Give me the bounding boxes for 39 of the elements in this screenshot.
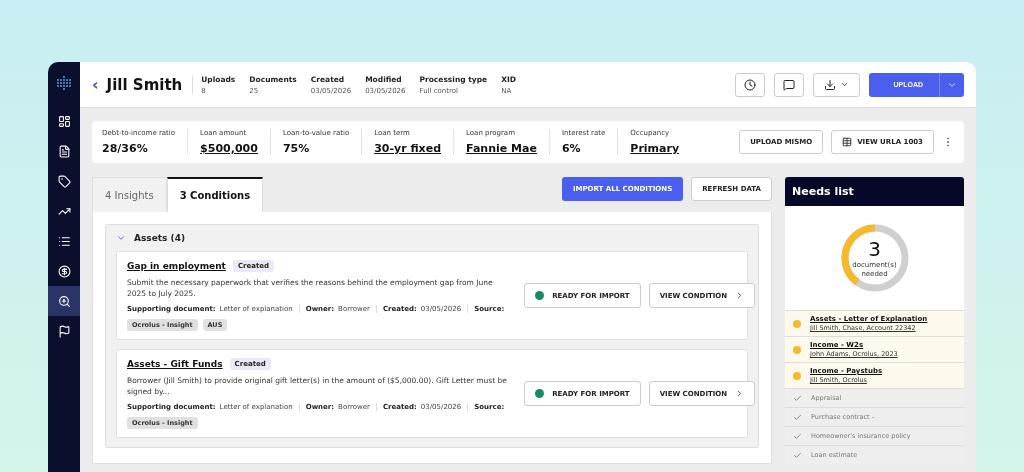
history-button[interactable]: [735, 72, 766, 97]
tag-icon: [57, 174, 71, 188]
table-icon: [842, 137, 853, 147]
document-count: 3: [868, 236, 881, 261]
clock-icon: [744, 78, 757, 91]
condition-title[interactable]: Gap in employment: [127, 261, 226, 271]
list-icon: [57, 234, 71, 248]
pending-dot: [793, 345, 801, 354]
caret-icon: [840, 80, 850, 89]
metric-value[interactable]: 30-yr fixed: [374, 142, 442, 155]
tab[interactable]: 4 Insights: [92, 177, 167, 212]
logo-icon: [56, 76, 72, 90]
sidebar-item[interactable]: [48, 286, 80, 316]
pending-dot: [793, 319, 801, 328]
borrower-name: Jill Smith: [106, 75, 194, 94]
tab[interactable]: 3 Conditions: [166, 177, 264, 212]
metric-value[interactable]: Primary: [630, 142, 680, 155]
pending-dot: [793, 371, 801, 380]
chevron-down-icon: [116, 233, 126, 243]
download-icon: [824, 78, 837, 91]
comments-button[interactable]: [774, 72, 805, 97]
comment-icon: [783, 78, 796, 91]
group-header[interactable]: Assets (4): [116, 233, 186, 251]
needs-list-title: Needs list: [785, 177, 964, 206]
download-button[interactable]: [813, 72, 861, 97]
metric-value: 28/36%: [102, 142, 149, 155]
flag-icon: [57, 324, 71, 338]
document-icon: [57, 144, 71, 158]
dashboard-icon: [57, 114, 71, 128]
metric-value: 6%: [561, 142, 582, 155]
status-dot: [535, 291, 545, 300]
dollar-icon: [57, 264, 71, 278]
metric-value: 75%: [282, 142, 311, 155]
metric-value[interactable]: $500,000: [200, 142, 258, 155]
back-button[interactable]: ‹: [92, 75, 99, 94]
condition-title[interactable]: Assets - Gift Funds: [127, 359, 223, 369]
metric-value[interactable]: Fannie Mae: [466, 142, 537, 155]
search-icon: [57, 294, 71, 308]
status-dot: [535, 389, 545, 398]
